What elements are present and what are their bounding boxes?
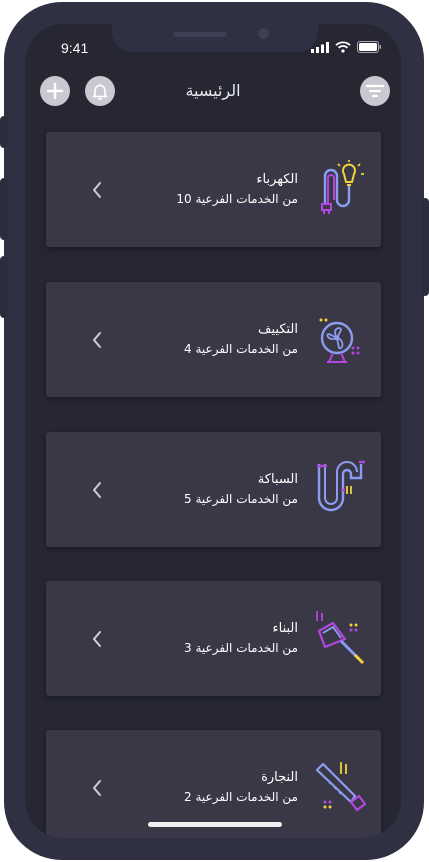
side-button-left-2 [0,178,8,240]
status-icons [311,41,381,53]
card-title: السباكة [257,472,298,487]
speaker [173,32,227,37]
card-subtitle: من الخدمات الفرعية 4 [184,342,298,356]
chevron-left-icon [93,332,101,348]
service-card-construction[interactable]: البناء من الخدمات الفرعية 3 [46,581,381,696]
page-title: الرئيسية [185,81,241,100]
card-subtitle: من الخدمات الفرعية 3 [184,641,298,655]
subtitle-text: من الخدمات الفرعية [195,342,298,356]
side-button-left-1 [0,116,8,148]
chevron-left-icon [93,780,101,796]
electricity-icon [321,160,364,214]
fan-icon [319,318,360,363]
subtitle-text: من الخدمات الفرعية [195,192,298,206]
app-screen: 9:41 الرئيسية الكهرباء من الخدمات الفرعي… [25,24,401,838]
cellular-signal-icon [311,41,329,53]
card-title: النجارة [261,770,298,785]
subservice-count: 10 [176,192,192,206]
card-title: التكييف [258,322,298,337]
camera [258,28,269,39]
subservice-count: 3 [184,641,192,655]
subservice-count: 2 [184,790,192,804]
home-indicator[interactable] [148,822,282,827]
notch [112,24,318,52]
subtitle-text: من الخدمات الفرعية [195,492,298,506]
side-button-right [421,198,429,296]
card-subtitle: من الخدمات الفرعية 2 [184,790,298,804]
wifi-icon [335,41,351,53]
subservice-count: 5 [184,492,192,506]
battery-icon [357,41,381,53]
card-title: الكهرباء [256,172,298,187]
side-button-left-3 [0,256,8,318]
filter-menu-button[interactable] [360,76,390,106]
saw-icon [315,762,367,812]
service-card-air-conditioning[interactable]: التكييف من الخدمات الفرعية 4 [46,282,381,397]
filter-icon [366,84,384,98]
trowel-icon [316,611,365,665]
plumbing-pipe-icon [317,460,365,512]
service-card-plumbing[interactable]: السباكة من الخدمات الفرعية 5 [46,432,381,547]
chevron-left-icon [93,631,101,647]
subtitle-text: من الخدمات الفرعية [195,790,298,804]
subservice-count: 4 [184,342,192,356]
service-card-electricity[interactable]: الكهرباء من الخدمات الفرعية 10 [46,132,381,247]
subtitle-text: من الخدمات الفرعية [195,641,298,655]
card-subtitle: من الخدمات الفرعية 5 [184,492,298,506]
chevron-left-icon [93,482,101,498]
chevron-left-icon [93,182,101,198]
status-time: 9:41 [61,40,89,56]
card-title: البناء [272,621,299,636]
card-subtitle: من الخدمات الفرعية 10 [176,192,298,206]
